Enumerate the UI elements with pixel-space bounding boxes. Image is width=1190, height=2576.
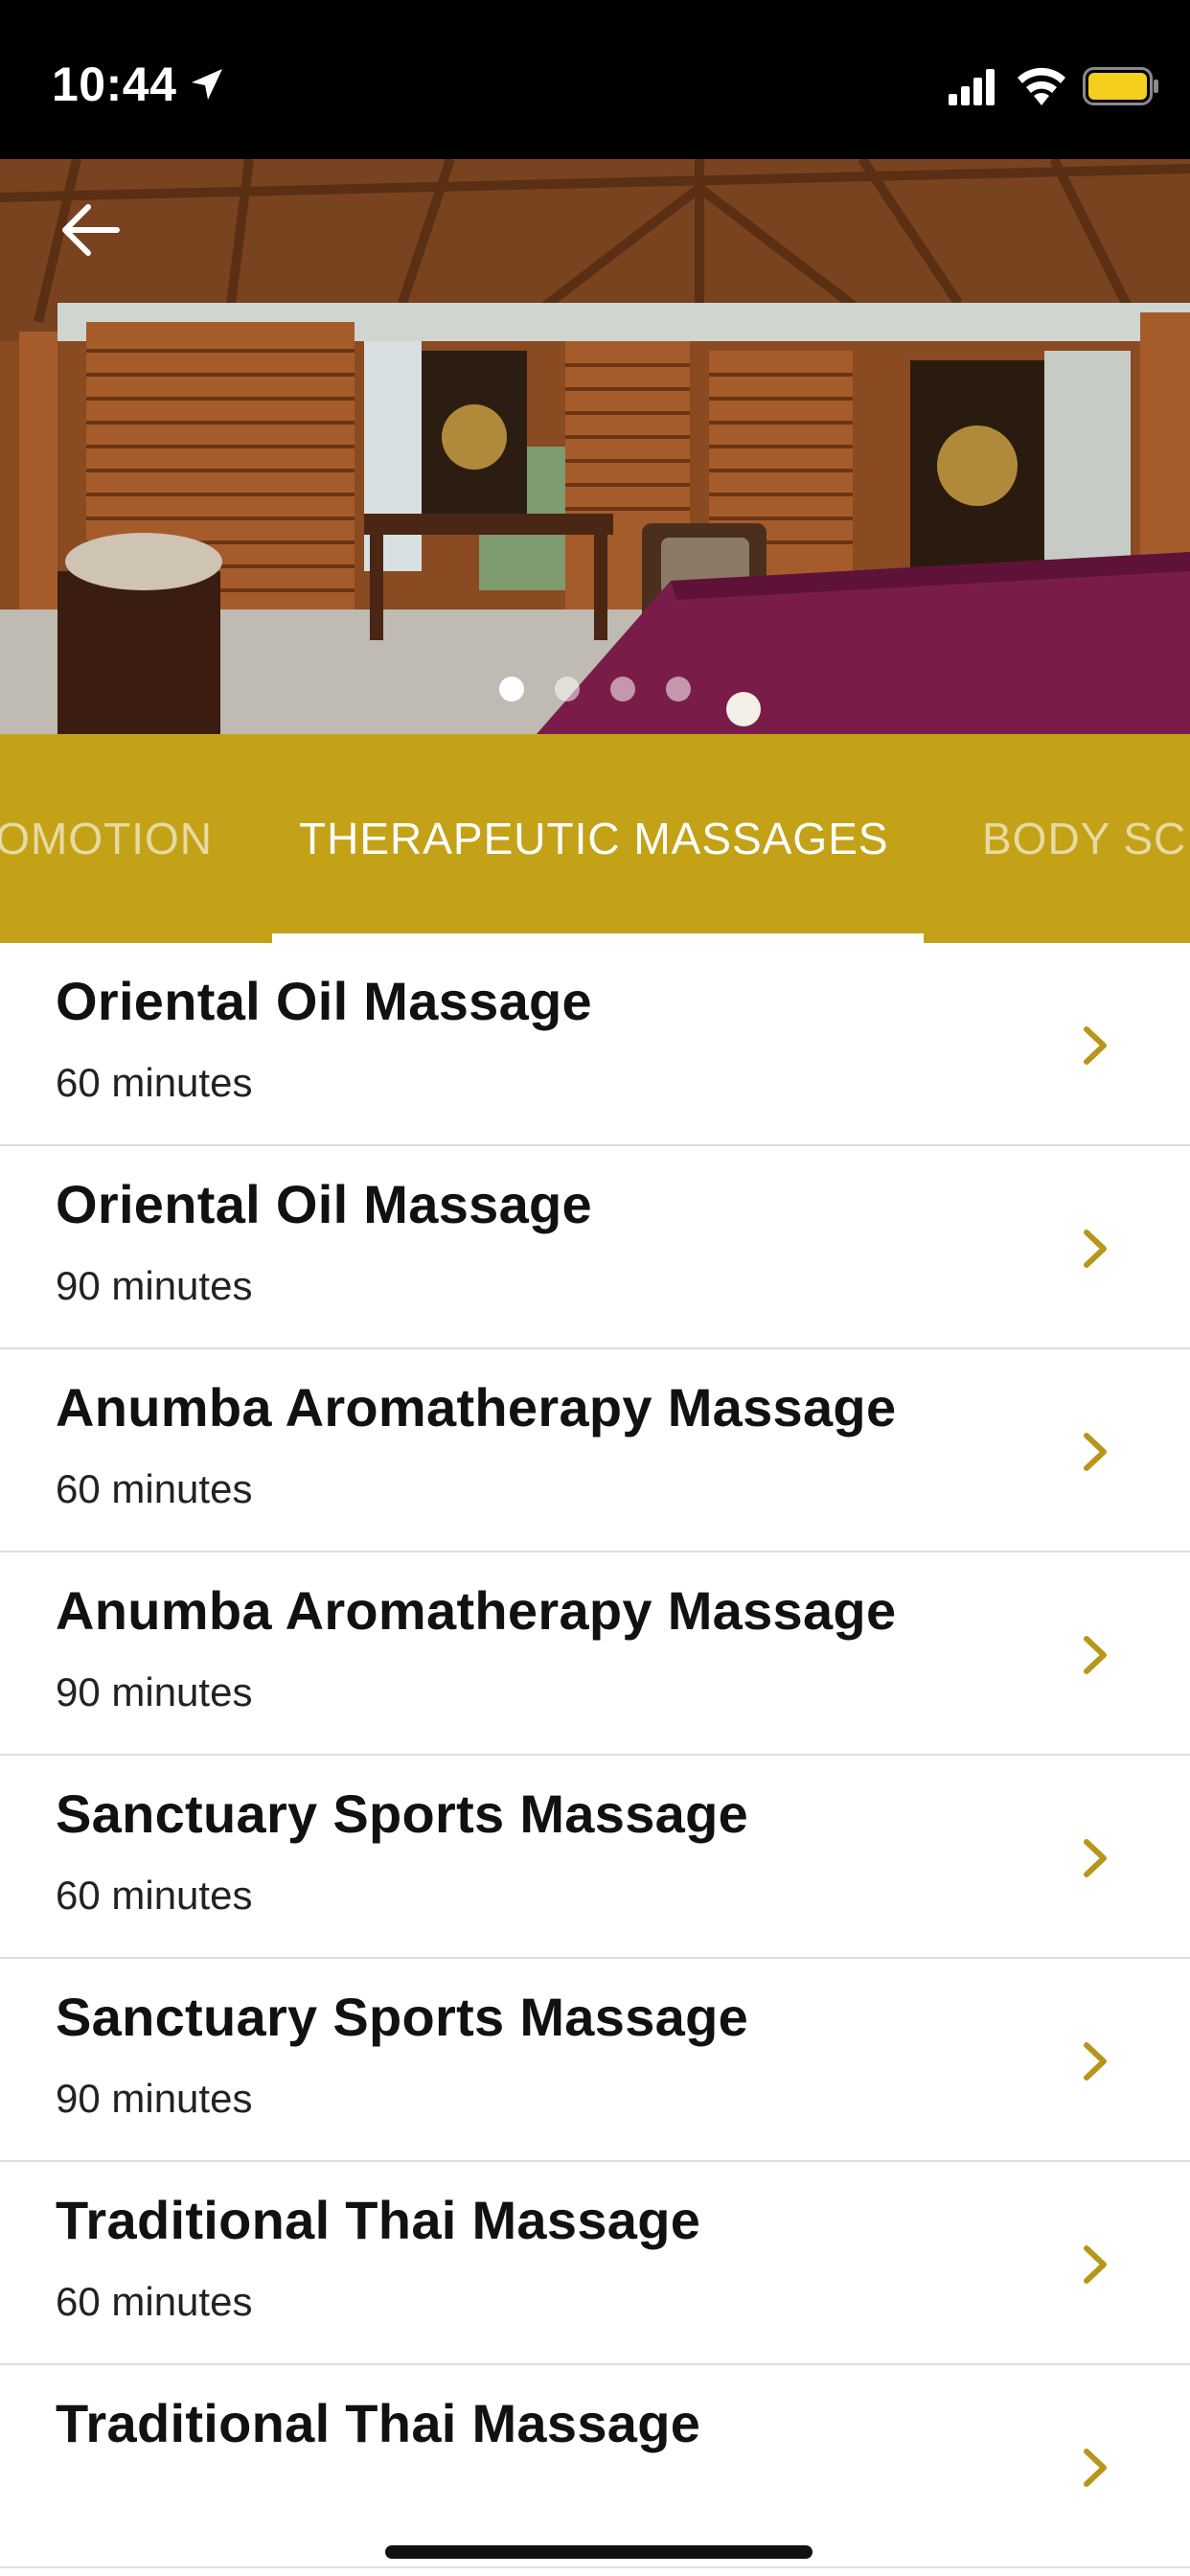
chevron-right-icon	[1084, 1230, 1107, 1268]
chevron-right-icon	[1084, 1636, 1107, 1674]
list-item[interactable]: Oriental Oil Massage 90 minutes	[0, 1146, 1190, 1349]
list-item[interactable]: Oriental Oil Massage 60 minutes	[0, 943, 1190, 1146]
chevron-right-icon	[1084, 1026, 1107, 1065]
spa-room-photo	[0, 159, 1190, 734]
back-button[interactable]	[54, 192, 130, 268]
service-name: Anumba Aromatherapy Massage	[56, 1377, 897, 1438]
service-duration: 90 minutes	[56, 1263, 253, 1308]
list-item[interactable]: Anumba Aromatherapy Massage 60 minutes	[0, 1349, 1190, 1552]
service-name: Sanctuary Sports Massage	[56, 1987, 749, 2047]
page-dot[interactable]	[555, 677, 580, 702]
tab-body-scrubs[interactable]: BODY SC	[982, 734, 1186, 943]
list-item[interactable]: Sanctuary Sports Massage 60 minutes	[0, 1756, 1190, 1959]
service-name: Anumba Aromatherapy Massage	[56, 1580, 897, 1641]
page-dot[interactable]	[499, 677, 524, 702]
service-duration: 60 minutes	[56, 2279, 253, 2324]
service-name: Sanctuary Sports Massage	[56, 1783, 749, 1844]
page-dot[interactable]	[666, 677, 691, 702]
list-item[interactable]: Sanctuary Sports Massage 90 minutes	[0, 1959, 1190, 2162]
wifi-icon	[1018, 67, 1065, 105]
chevron-right-icon	[1084, 2042, 1107, 2081]
carousel-page-indicator	[0, 677, 1190, 705]
chevron-right-icon	[1084, 2245, 1107, 2284]
battery-icon	[1083, 67, 1158, 105]
tab-promotion[interactable]: OMOTION	[0, 734, 213, 943]
service-list: Oriental Oil Massage 60 minutes Oriental…	[0, 943, 1190, 2568]
cellular-signal-icon	[949, 69, 995, 105]
chevron-right-icon	[1084, 2449, 1107, 2487]
service-duration: 90 minutes	[56, 2076, 253, 2121]
chevron-right-icon	[1084, 1433, 1107, 1471]
home-indicator[interactable]	[385, 2545, 812, 2559]
service-duration: 60 minutes	[56, 1060, 253, 1105]
service-name: Traditional Thai Massage	[56, 2393, 701, 2453]
selected-tab-indicator	[272, 933, 924, 943]
status-time: 10:44	[52, 58, 177, 111]
page-dot[interactable]	[610, 677, 635, 702]
status-bar: 10:44	[0, 0, 1190, 159]
chevron-right-icon	[1084, 1839, 1107, 1877]
back-arrow-icon	[62, 204, 120, 256]
service-name: Traditional Thai Massage	[56, 2190, 701, 2250]
service-duration: 90 minutes	[56, 1669, 253, 1714]
tab-therapeutic-massages[interactable]: THERAPEUTIC MASSAGES	[299, 734, 889, 943]
list-item[interactable]: Traditional Thai Massage 60 minutes	[0, 2162, 1190, 2365]
service-duration: 60 minutes	[56, 1873, 253, 1918]
hero-image-carousel[interactable]	[0, 159, 1190, 734]
service-duration: 60 minutes	[56, 1466, 253, 1511]
list-item[interactable]: Anumba Aromatherapy Massage 90 minutes	[0, 1552, 1190, 1756]
location-arrow-icon	[192, 69, 222, 100]
service-name: Oriental Oil Massage	[56, 971, 592, 1031]
service-name: Oriental Oil Massage	[56, 1174, 592, 1234]
list-item[interactable]: Traditional Thai Massage	[0, 2365, 1190, 2568]
category-tab-bar: OMOTION THERAPEUTIC MASSAGES BODY SC	[0, 734, 1190, 943]
